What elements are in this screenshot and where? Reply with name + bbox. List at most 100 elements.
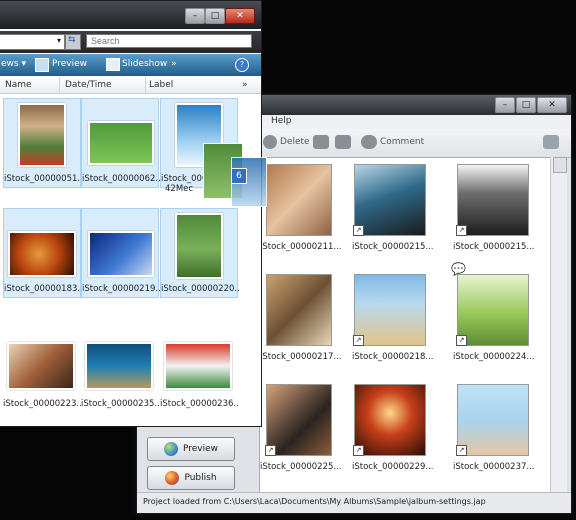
shortcut-icon: ↗ [353, 445, 364, 456]
preview-button[interactable]: Preview [52, 59, 87, 69]
command-bar: ews ▾ Preview Slideshow » ? [0, 54, 261, 76]
presentation-button[interactable] [543, 135, 559, 149]
dropdown-arrow-icon: ▾ [56, 36, 61, 45]
shortcut-icon: ↗ [353, 225, 364, 236]
publish-button-label: Publish [184, 473, 217, 483]
shortcut-icon: ↗ [456, 445, 467, 456]
col-datetime[interactable]: Date/Time [65, 80, 112, 90]
album-thumbnail: ↗ [353, 384, 426, 456]
album-item-label: iStock_00000217... [260, 352, 342, 362]
explorer-title-bar: – □ ✕ [0, 1, 261, 29]
shortcut-icon: ↗ [456, 225, 467, 236]
publish-globe-icon [165, 471, 180, 485]
minimize-button[interactable]: – [185, 8, 205, 24]
album-thumbnail: ↗ [456, 164, 529, 236]
minimize-button[interactable]: – [495, 97, 515, 113]
shortcut-icon: ↗ [456, 335, 467, 346]
file-item[interactable]: iStock_00000062... [81, 98, 160, 188]
file-item[interactable]: iStock_00000220... [160, 208, 239, 298]
address-bar: ▾ ⇆ [0, 31, 261, 53]
delete-label: Delete [280, 137, 310, 147]
file-label: iStock_00000223... [3, 399, 81, 409]
maximize-button[interactable]: □ [516, 97, 536, 113]
presentation-icon [543, 135, 559, 149]
file-label: iStock_00000235... [81, 399, 159, 409]
help-button[interactable]: ? [235, 58, 249, 72]
album-thumbnail [266, 274, 332, 346]
album-thumbnail: ↗ [353, 274, 426, 346]
file-label: iStock_00000219... [82, 284, 160, 294]
preview-button[interactable]: Preview [147, 437, 235, 461]
menu-help[interactable]: Help [271, 116, 292, 126]
album-thumbnail: ↗ [353, 164, 426, 236]
file-item[interactable]: iStock_00000183... [3, 208, 82, 298]
album-item-label: iStock_00000211... [260, 242, 342, 252]
slideshow-icon [106, 58, 120, 71]
album-item[interactable]: ↗ iStock_00000229... [352, 382, 446, 482]
comment-icon [361, 135, 377, 149]
file-item[interactable]: iStock_00000051... [3, 98, 82, 188]
vertical-scrollbar[interactable] [550, 157, 567, 492]
delete-button[interactable]: Delete [263, 135, 310, 149]
album-item[interactable]: iStock_00000211... [260, 162, 352, 262]
file-thumbnail [88, 121, 154, 165]
file-thumbnail [7, 342, 75, 390]
file-thumbnail [8, 231, 76, 277]
file-label: iStock_00000183... [4, 284, 82, 294]
drag-proxy: 6 [203, 143, 267, 207]
col-label[interactable]: Label [149, 80, 173, 90]
address-field[interactable]: ▾ [0, 34, 65, 50]
album-item[interactable]: ↗ iStock_00000215... [352, 162, 446, 262]
refresh-button[interactable]: ⇆ [65, 34, 81, 50]
album-item[interactable]: ↗ iStock_00000218... [352, 272, 446, 372]
album-grid: iStock_00000211... ↗ iStock_00000215... … [259, 157, 551, 494]
album-thumbnail: ↗ [265, 384, 332, 456]
file-label: iStock_00000236... [160, 399, 238, 409]
column-divider[interactable] [59, 77, 60, 93]
album-item-label: iStock_00000237... [453, 462, 535, 472]
views-button[interactable]: ews ▾ [1, 59, 26, 69]
album-item-label: iStock_00000218... [352, 352, 434, 362]
rotate-left-button[interactable] [313, 135, 329, 149]
file-thumbnail [85, 342, 153, 390]
file-thumbnail [88, 231, 154, 277]
shortcut-icon: ↗ [353, 335, 364, 346]
delete-icon [263, 135, 277, 149]
scroll-up-button[interactable] [553, 157, 567, 173]
preview-icon [35, 58, 49, 72]
col-name[interactable]: Name [5, 80, 32, 90]
album-item-label: iStock_00000224... [453, 352, 535, 362]
close-button[interactable]: ✕ [225, 8, 255, 24]
album-thumbnail: ↗ [456, 274, 529, 346]
close-button[interactable]: ✕ [537, 97, 567, 113]
file-label: iStock_00000220... [161, 284, 239, 294]
column-divider[interactable] [145, 77, 146, 93]
search-input[interactable] [86, 34, 252, 48]
maximize-button[interactable]: □ [205, 8, 225, 24]
album-item[interactable]: ↗ iStock_00000225... [260, 382, 352, 482]
preview-button-label: Preview [182, 444, 219, 454]
rotate-right-icon [335, 135, 351, 149]
album-item[interactable]: ↗ iStock_00000215... [453, 162, 545, 262]
file-item[interactable]: iStock_00000219... [81, 208, 160, 298]
comment-indicator-icon: 💬 [451, 262, 466, 276]
file-item[interactable]: iStock_00000236... [160, 324, 238, 412]
drag-count-badge: 6 [231, 168, 247, 184]
more-commands-button[interactable]: » [171, 59, 177, 69]
status-bar: Project loaded from C:\Users\Laca\Docume… [137, 492, 571, 513]
album-item[interactable]: iStock_00000217... [260, 272, 352, 372]
album-thumbnail [266, 164, 332, 236]
column-header: Name Date/Time Label » [0, 77, 261, 94]
file-item[interactable]: iStock_00000223... [3, 324, 81, 412]
comment-button[interactable]: Comment [361, 135, 424, 149]
slideshow-button[interactable]: Slideshow [122, 59, 167, 69]
file-thumbnail [175, 213, 223, 279]
col-more[interactable]: » [242, 80, 248, 90]
album-item[interactable]: ↗ 💬 iStock_00000224... [451, 262, 545, 372]
album-thumbnail: ↗ [456, 384, 529, 456]
publish-button[interactable]: Publish [147, 466, 235, 490]
album-item[interactable]: ↗ iStock_00000237... [453, 382, 545, 482]
rotate-right-button[interactable] [335, 135, 351, 149]
album-item-label: iStock_00000215... [352, 242, 434, 252]
file-item[interactable]: iStock_00000235... [81, 324, 159, 412]
